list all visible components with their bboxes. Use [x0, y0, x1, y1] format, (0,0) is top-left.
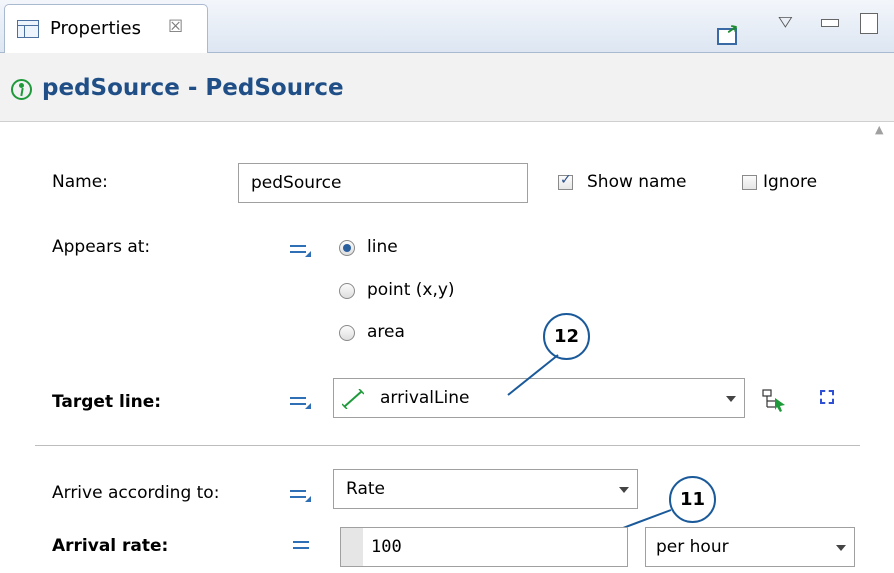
rate-unit-value: per hour: [656, 537, 729, 557]
arrive-according-combo[interactable]: Rate: [333, 469, 638, 509]
radio-point[interactable]: [339, 283, 355, 299]
code-field-gutter: [341, 528, 363, 566]
radio-line[interactable]: [339, 240, 355, 256]
equals-icon[interactable]: [290, 395, 312, 409]
equals-icon[interactable]: [290, 488, 312, 502]
arrive-according-label: Arrive according to:: [52, 483, 220, 503]
select-target-icon[interactable]: [762, 388, 786, 412]
target-line-value: arrivalLine: [380, 388, 470, 408]
radio-point-label: point (x,y): [367, 280, 455, 300]
name-label: Name:: [52, 172, 108, 192]
marquee-icon[interactable]: [820, 390, 834, 404]
page-title: pedSource - PedSource: [42, 75, 344, 101]
line-icon: [342, 389, 364, 409]
arrive-according-value: Rate: [346, 479, 385, 499]
radio-area-label: area: [367, 322, 405, 342]
equals-icon[interactable]: [293, 539, 315, 553]
callout-pointer: [507, 354, 559, 396]
arrival-rate-label: Arrival rate:: [52, 536, 169, 556]
minimize-icon[interactable]: [821, 19, 839, 27]
target-line-label: Target line:: [52, 392, 162, 412]
show-name-checkbox[interactable]: [558, 172, 573, 190]
view-menu-icon[interactable]: ▽: [778, 14, 792, 30]
close-icon[interactable]: ☒: [168, 17, 183, 37]
pedestrian-icon: [11, 79, 32, 100]
maximize-icon[interactable]: [860, 13, 878, 34]
chevron-down-icon[interactable]: [716, 379, 744, 417]
radio-line-label: line: [367, 237, 398, 257]
appears-at-label: Appears at:: [52, 237, 151, 257]
show-name-label: Show name: [587, 172, 687, 192]
arrival-rate-field[interactable]: 100: [340, 527, 628, 567]
table-icon: [17, 20, 39, 38]
tab-label: Properties: [50, 18, 141, 39]
ignore-checkbox[interactable]: [742, 175, 757, 190]
chevron-down-icon[interactable]: [826, 528, 854, 566]
radio-area[interactable]: [339, 325, 355, 341]
section-divider: [35, 445, 860, 446]
rate-unit-combo[interactable]: per hour: [645, 527, 855, 567]
scroll-up-icon[interactable]: ▲: [875, 123, 883, 136]
export-icon[interactable]: ➜: [717, 18, 743, 45]
properties-tab[interactable]: Properties ☒: [4, 4, 208, 53]
name-field[interactable]: pedSource: [238, 163, 528, 203]
ignore-label: Ignore: [763, 172, 818, 192]
equals-icon[interactable]: [290, 243, 312, 257]
